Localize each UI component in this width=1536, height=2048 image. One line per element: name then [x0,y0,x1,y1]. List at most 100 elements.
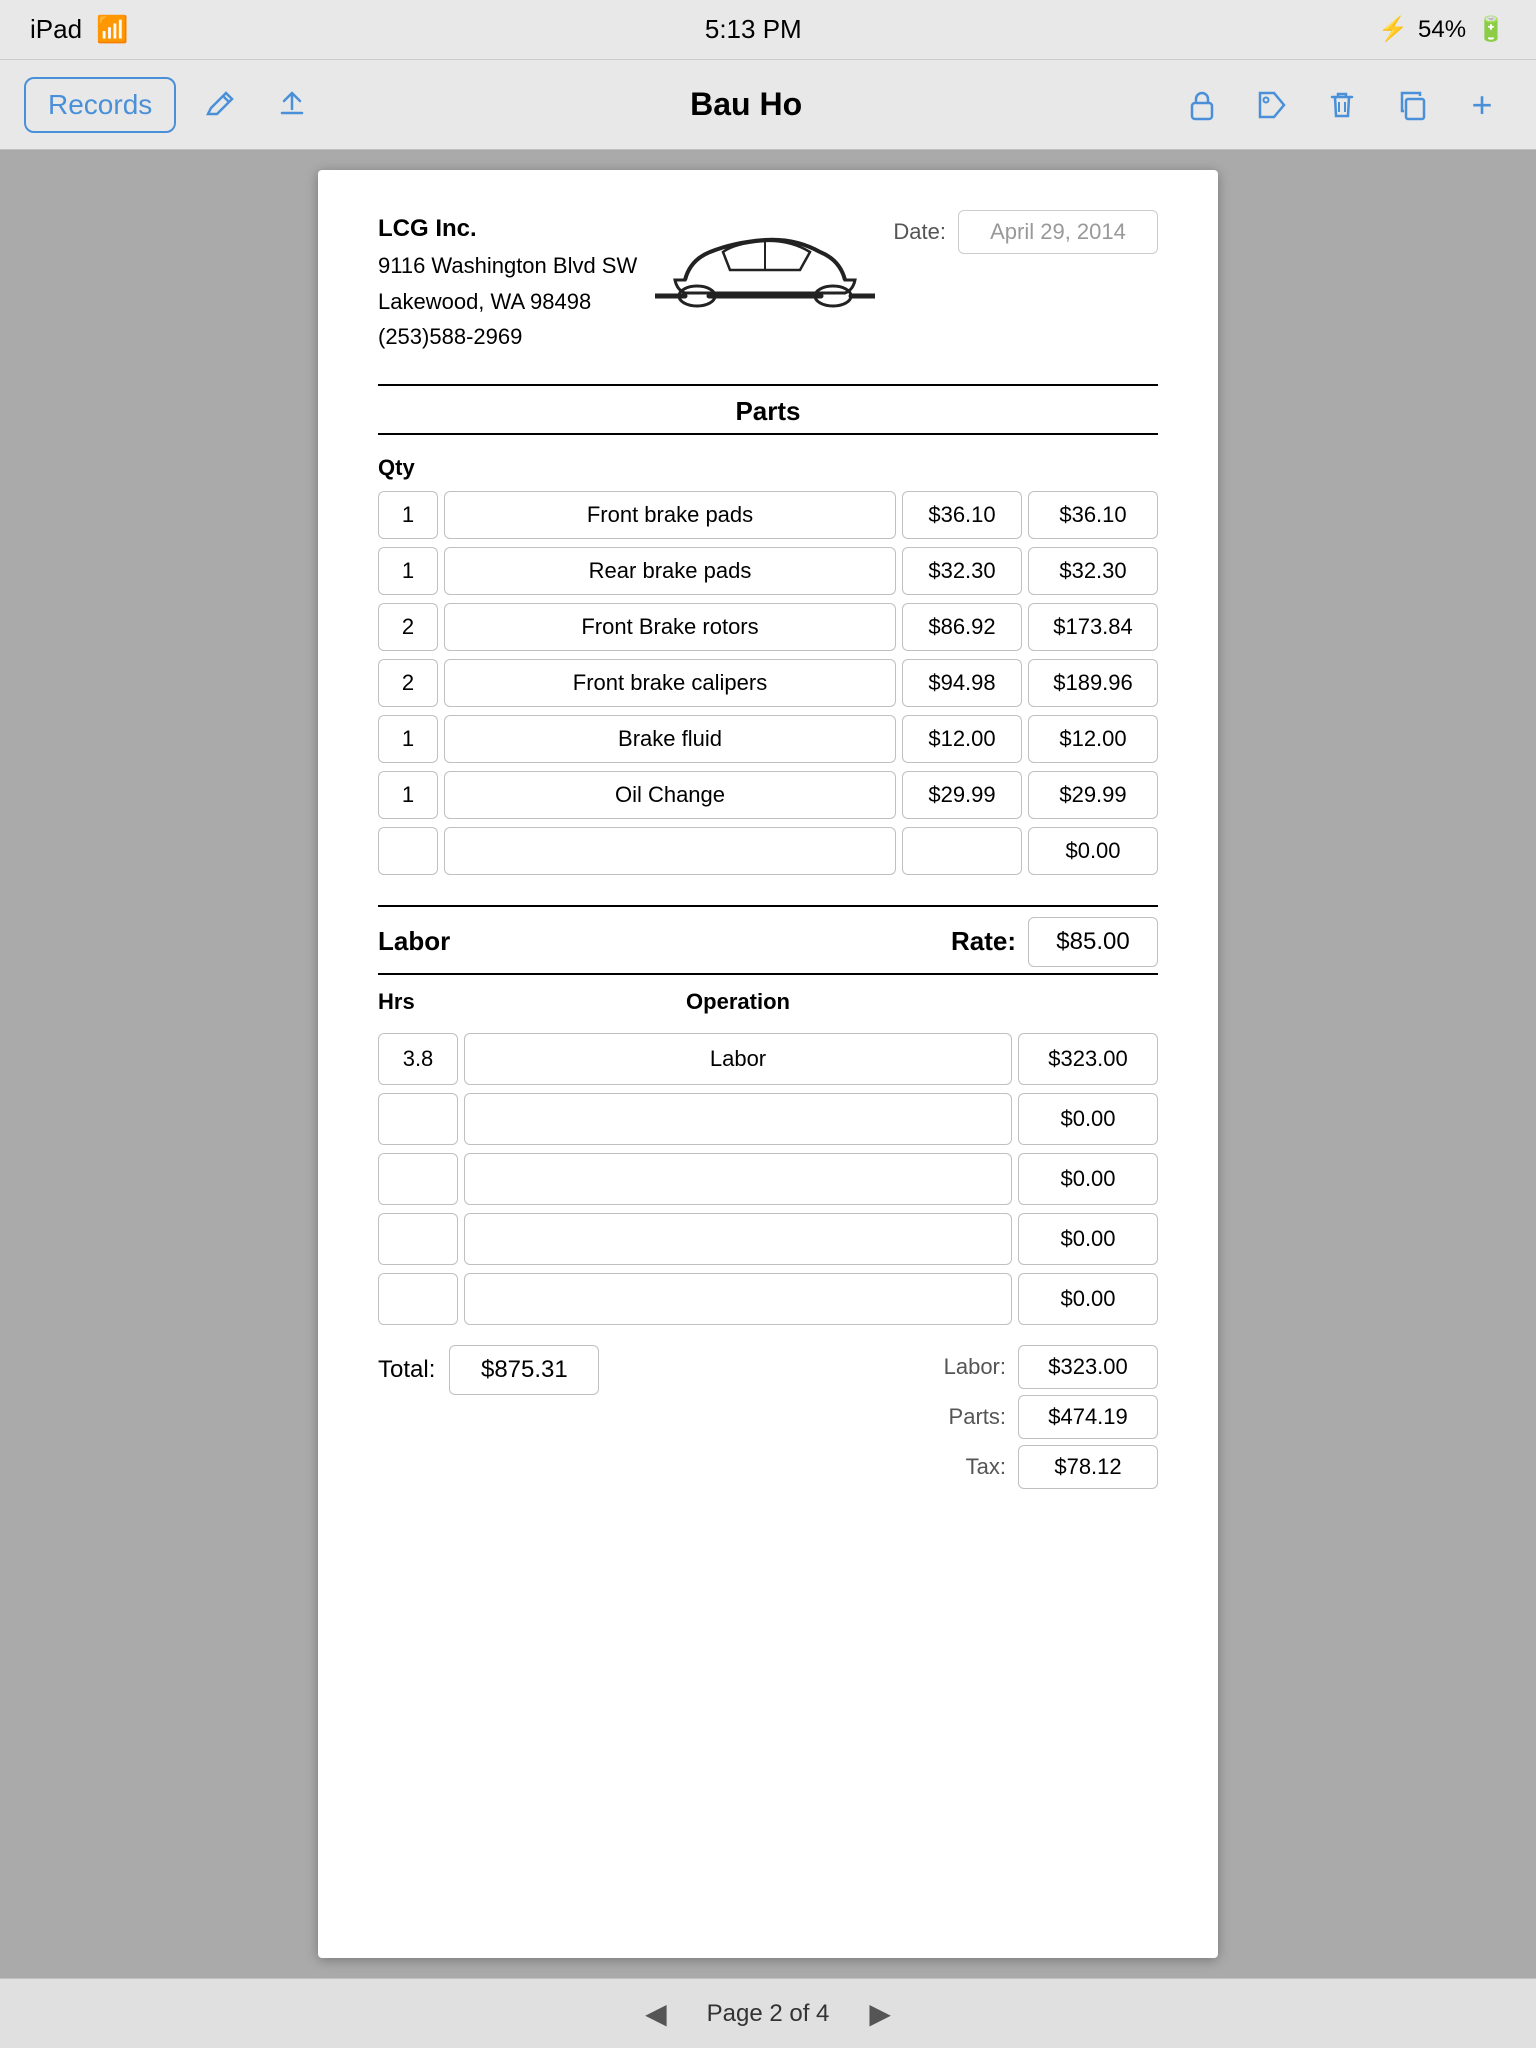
date-value[interactable]: April 29, 2014 [958,210,1158,254]
edit-icon [202,87,238,123]
tag-button[interactable] [1242,75,1302,135]
parts-qty-0[interactable]: 1 [378,491,438,539]
parts-desc-3[interactable]: Front brake calipers [444,659,896,707]
subtotals: Labor: $323.00 Parts: $474.19 Tax: $78.1… [926,1345,1158,1489]
company-address2: Lakewood, WA 98498 [378,284,637,319]
tax-row: Tax: $78.12 [926,1445,1158,1489]
labor-hrs-0[interactable]: 3.8 [378,1033,458,1085]
total-value[interactable]: $875.31 [449,1345,599,1395]
page-label: Page 2 of 4 [707,2000,830,2028]
wifi-icon: 📶 [96,14,128,45]
labor-total-2[interactable]: $0.00 [1018,1153,1158,1205]
nav-title: Bau Ho [690,86,802,123]
records-button[interactable]: Records [24,77,176,133]
parts-row: 2 Front brake calipers $94.98 $189.96 [378,659,1158,707]
parts-price-1[interactable]: $32.30 [902,547,1022,595]
labor-col-headers: Hrs Operation [378,989,1158,1025]
tax-value: $78.12 [1018,1445,1158,1489]
parts-desc-4[interactable]: Brake fluid [444,715,896,763]
add-button[interactable]: + [1452,75,1512,135]
status-left: iPad 📶 [30,14,128,45]
edit-button[interactable] [192,77,248,133]
parts-qty-3[interactable]: 2 [378,659,438,707]
trash-button[interactable] [1312,75,1372,135]
parts-qty-4[interactable]: 1 [378,715,438,763]
parts-row: 1 Brake fluid $12.00 $12.00 [378,715,1158,763]
parts-price-4[interactable]: $12.00 [902,715,1022,763]
parts-table: 1 Front brake pads $36.10 $36.10 1 Rear … [378,491,1158,875]
labor-row-1: $0.00 [378,1093,1158,1145]
labor-total-3[interactable]: $0.00 [1018,1213,1158,1265]
parts-desc-6[interactable] [444,827,896,875]
labor-subtotal-label: Labor: [926,1354,1006,1380]
parts-desc-5[interactable]: Oil Change [444,771,896,819]
parts-desc-2[interactable]: Front Brake rotors [444,603,896,651]
parts-qty-6[interactable] [378,827,438,875]
labor-hrs-1[interactable] [378,1093,458,1145]
tax-label: Tax: [926,1454,1006,1480]
parts-row: 2 Front Brake rotors $86.92 $173.84 [378,603,1158,651]
parts-price-3[interactable]: $94.98 [902,659,1022,707]
tag-icon [1254,87,1290,123]
next-page-button[interactable]: ▶ [869,1997,891,2030]
labor-op-4[interactable] [464,1273,1012,1325]
parts-qty-2[interactable]: 2 [378,603,438,651]
labor-section-label: Labor [378,926,450,957]
labor-hrs-4[interactable] [378,1273,458,1325]
company-phone: (253)588-2969 [378,319,637,354]
labor-row-3: $0.00 [378,1213,1158,1265]
labor-subtotal-row: Labor: $323.00 [926,1345,1158,1389]
parts-total-6[interactable]: $0.00 [1028,827,1158,875]
parts-price-5[interactable]: $29.99 [902,771,1022,819]
date-section: Date: April 29, 2014 [893,210,1158,254]
operation-col-header: Operation [464,989,1012,1015]
parts-qty-1[interactable]: 1 [378,547,438,595]
labor-total-0[interactable]: $323.00 [1018,1033,1158,1085]
labor-total-1[interactable]: $0.00 [1018,1093,1158,1145]
labor-op-1[interactable] [464,1093,1012,1145]
parts-total-1[interactable]: $32.30 [1028,547,1158,595]
document-area: LCG Inc. 9116 Washington Blvd SW Lakewoo… [0,150,1536,1978]
parts-desc-1[interactable]: Rear brake pads [444,547,896,595]
share-button[interactable] [264,77,320,133]
battery-icon: 🔋 [1476,15,1506,44]
labor-hrs-2[interactable] [378,1153,458,1205]
device-label: iPad [30,14,82,45]
prev-page-button[interactable]: ◀ [645,1997,667,2030]
rate-label: Rate: [951,926,1016,957]
labor-hrs-3[interactable] [378,1213,458,1265]
parts-row: 1 Oil Change $29.99 $29.99 [378,771,1158,819]
parts-desc-0[interactable]: Front brake pads [444,491,896,539]
nav-left: Records [24,77,320,133]
lock-button[interactable] [1172,75,1232,135]
parts-price-0[interactable]: $36.10 [902,491,1022,539]
parts-row: 1 Rear brake pads $32.30 $32.30 [378,547,1158,595]
status-time: 5:13 PM [705,14,802,45]
labor-row-0: 3.8 Labor $323.00 [378,1033,1158,1085]
parts-subtotal-row: Parts: $474.19 [926,1395,1158,1439]
car-logo [637,210,893,320]
labor-row-4: $0.00 [378,1273,1158,1325]
parts-price-6[interactable] [902,827,1022,875]
parts-subtotal-label: Parts: [926,1404,1006,1430]
lock-icon [1184,87,1220,123]
parts-total-5[interactable]: $29.99 [1028,771,1158,819]
status-right: ⚡ 54% 🔋 [1378,15,1506,44]
parts-total-3[interactable]: $189.96 [1028,659,1158,707]
rate-value[interactable]: $85.00 [1028,917,1158,967]
labor-subtotal-value: $323.00 [1018,1345,1158,1389]
company-name: LCG Inc. [378,210,637,248]
rate-section: Rate: $85.00 [951,917,1158,967]
labor-op-0[interactable]: Labor [464,1033,1012,1085]
copy-button[interactable] [1382,75,1442,135]
labor-total-4[interactable]: $0.00 [1018,1273,1158,1325]
parts-total-2[interactable]: $173.84 [1028,603,1158,651]
parts-price-2[interactable]: $86.92 [902,603,1022,651]
parts-qty-5[interactable]: 1 [378,771,438,819]
labor-op-2[interactable] [464,1153,1012,1205]
labor-op-3[interactable] [464,1213,1012,1265]
company-address1: 9116 Washington Blvd SW [378,248,637,283]
grand-total: Total: $875.31 [378,1345,599,1395]
parts-total-4[interactable]: $12.00 [1028,715,1158,763]
parts-total-0[interactable]: $36.10 [1028,491,1158,539]
